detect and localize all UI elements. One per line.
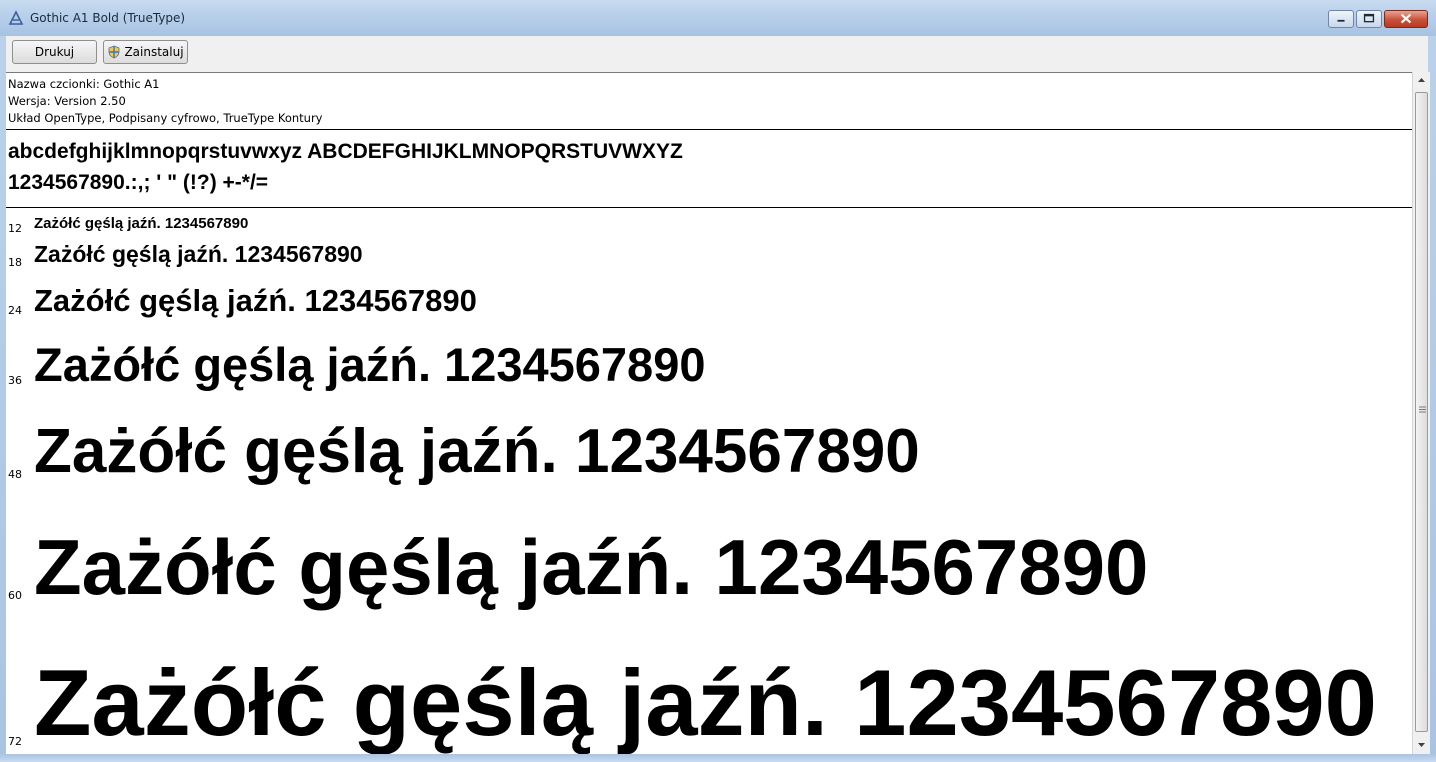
divider xyxy=(6,207,1412,208)
sample-size-label: 24 xyxy=(8,304,22,317)
sample-text: Zażółć gęślą jaźń. 1234567890 xyxy=(34,283,477,318)
sample-size-label: 48 xyxy=(8,468,22,481)
sample-size-label: 18 xyxy=(8,256,22,269)
print-button-label: Drukuj xyxy=(34,45,75,59)
print-button[interactable]: Drukuj xyxy=(12,40,97,64)
font-layout-line: Układ OpenType, Podpisany cyfrowo, TrueT… xyxy=(8,111,323,125)
close-button[interactable] xyxy=(1384,10,1428,28)
scroll-down-icon[interactable] xyxy=(1413,736,1430,753)
font-viewer-icon xyxy=(8,10,24,25)
charset-digits-symbols: 1234567890.:,; ' " (!?) +-*/= xyxy=(8,171,269,194)
font-info: Nazwa czcionki: Gothic A1 Wersja: Versio… xyxy=(6,73,1412,127)
sample-text: Zażółć gęślą jaźń. 1234567890 xyxy=(34,338,706,391)
divider xyxy=(6,129,1412,130)
window-bottom-border xyxy=(0,754,1436,762)
toolbar: Drukuj Zainstaluj xyxy=(6,36,1428,72)
maximize-icon xyxy=(1363,13,1375,23)
title-bar[interactable]: Gothic A1 Bold (TrueType) xyxy=(0,0,1436,36)
sample-size-label: 12 xyxy=(8,222,22,235)
maximize-button[interactable] xyxy=(1356,10,1382,28)
install-button-label: Zainstaluj xyxy=(124,45,184,59)
minimize-button[interactable] xyxy=(1328,10,1354,28)
vertical-scrollbar[interactable] xyxy=(1412,72,1430,754)
scrollbar-thumb[interactable] xyxy=(1415,92,1428,732)
sample-text: Zażółć gęślą jaźń. 1234567890 xyxy=(34,523,1149,611)
sample-size-label: 36 xyxy=(8,374,22,387)
window-title: Gothic A1 Bold (TrueType) xyxy=(30,11,186,25)
font-version-line: Wersja: Version 2.50 xyxy=(8,94,126,108)
sample-text: Zażółć gęślą jaźń. 1234567890 xyxy=(34,215,249,232)
sample-size-label: 72 xyxy=(8,735,22,748)
scroll-up-icon[interactable] xyxy=(1413,72,1430,89)
uac-shield-icon xyxy=(109,45,120,59)
sample-size-label: 60 xyxy=(8,589,22,602)
window-controls xyxy=(1326,10,1428,30)
sample-text: Zażółć gęślą jaźń. 1234567890 xyxy=(34,650,1377,755)
font-name-line: Nazwa czcionki: Gothic A1 xyxy=(8,77,160,91)
charset-sample: abcdefghijklmnopqrstuvwxyz ABCDEFGHIJKLM… xyxy=(8,136,683,198)
sample-text: Zażółć gęślą jaźń. 1234567890 xyxy=(34,241,363,267)
grip-icon xyxy=(1419,406,1426,413)
font-preview-pane[interactable]: Nazwa czcionki: Gothic A1 Wersja: Versio… xyxy=(6,72,1412,755)
close-icon xyxy=(1400,13,1412,24)
minimize-icon xyxy=(1337,19,1345,22)
install-button[interactable]: Zainstaluj xyxy=(103,40,188,64)
charset-letters: abcdefghijklmnopqrstuvwxyz ABCDEFGHIJKLM… xyxy=(8,140,683,163)
sample-text: Zażółć gęślą jaźń. 1234567890 xyxy=(34,417,920,486)
font-viewer-window: Gothic A1 Bold (TrueType) Drukuj Zainsta… xyxy=(0,0,1436,762)
